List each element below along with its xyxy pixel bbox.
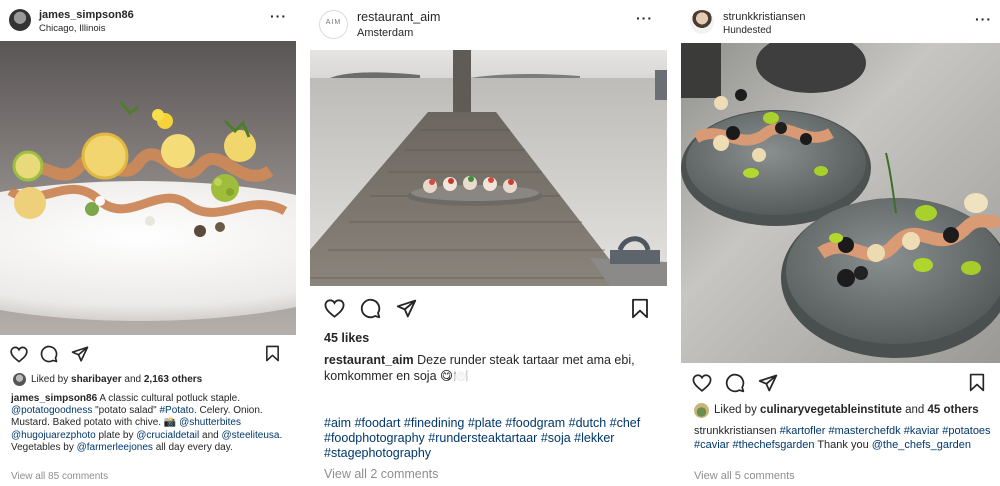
food-image <box>681 43 1000 363</box>
view-comments-link[interactable]: View all 2 comments <box>324 467 438 481</box>
username[interactable]: restaurant_aim <box>357 10 440 24</box>
user-avatar[interactable] <box>9 9 31 31</box>
caption-text: and <box>202 429 219 441</box>
location[interactable]: Hundested <box>723 25 771 36</box>
more-options-icon[interactable]: ··· <box>636 10 653 26</box>
food-image <box>0 41 296 335</box>
liked-by-line[interactable]: Liked by sharibayer and 2,163 others <box>31 374 202 385</box>
bookmark-icon[interactable] <box>969 373 985 392</box>
caption-mention[interactable]: @crucialdetail <box>136 430 199 441</box>
liked-by-prefix: Liked by <box>714 404 757 416</box>
likes-count[interactable]: 45 likes <box>324 331 369 345</box>
heart-icon[interactable] <box>10 346 28 363</box>
post-card-1: james_simpson86 Chicago, Illinois ··· Li… <box>0 0 296 486</box>
caption-hashtag[interactable]: #Potato <box>159 405 193 416</box>
comment-icon[interactable] <box>40 345 58 363</box>
caption-text: plate by <box>98 429 134 441</box>
caption-mention[interactable]: @the_chefs_garden <box>872 439 971 451</box>
username[interactable]: james_simpson86 <box>39 9 134 21</box>
liked-by-prefix: Liked by <box>31 374 69 385</box>
caption-text: "potato salad" <box>95 405 157 417</box>
post-header: james_simpson86 Chicago, Illinois ··· <box>0 0 296 40</box>
location[interactable]: Chicago, Illinois <box>39 23 106 34</box>
caption-mention[interactable]: @steeliteusa <box>221 430 279 441</box>
username[interactable]: strunkkristiansen <box>723 11 806 23</box>
post-caption: strunkkristiansen #kartofler #masterchef… <box>694 424 994 452</box>
liked-by-line[interactable]: Liked by culinaryvegetableinstitute and … <box>714 404 979 416</box>
post-photo[interactable] <box>0 41 296 335</box>
caption-text: Thank you <box>817 439 869 451</box>
food-image <box>310 50 667 286</box>
caption-username[interactable]: james_simpson86 <box>11 393 97 404</box>
avatar-logo-text: AIM <box>325 19 342 26</box>
post-caption: restaurant_aim Deze runder steak tartaar… <box>324 352 664 384</box>
caption-mention[interactable]: @hugojuarezphoto <box>11 430 96 441</box>
liked-by-avatar[interactable] <box>13 373 26 386</box>
liked-by-and: and <box>905 404 925 416</box>
liked-by-others[interactable]: 2,163 others <box>144 374 202 385</box>
caption-text: all day every day. <box>155 441 233 453</box>
more-options-icon[interactable]: ··· <box>270 8 287 24</box>
caption-mention[interactable]: @shutterbites <box>179 417 241 428</box>
share-icon[interactable] <box>71 345 89 363</box>
location[interactable]: Amsterdam <box>357 27 413 39</box>
caption-text: A classic cultural potluck staple. <box>99 393 241 404</box>
liked-by-user[interactable]: sharibayer <box>71 374 122 385</box>
liked-by-and: and <box>124 374 142 385</box>
comment-icon[interactable] <box>725 373 745 393</box>
caption-mention[interactable]: @potatogoodness <box>11 405 92 416</box>
share-icon[interactable] <box>758 373 778 393</box>
bookmark-icon[interactable] <box>265 345 280 362</box>
caption-username[interactable]: restaurant_aim <box>324 353 414 367</box>
user-avatar[interactable] <box>690 10 714 34</box>
post-card-2: AIM restaurant_aim Amsterdam ··· 45 like… <box>310 0 668 486</box>
comment-icon[interactable] <box>360 298 381 319</box>
post-photo[interactable] <box>681 43 1000 363</box>
post-photo[interactable] <box>310 50 667 286</box>
liked-by-user[interactable]: culinaryvegetableinstitute <box>760 404 902 416</box>
liked-by-avatar[interactable] <box>694 403 709 418</box>
caption-mention[interactable]: @farmerleejones <box>77 442 153 453</box>
heart-icon[interactable] <box>324 299 345 318</box>
heart-icon[interactable] <box>692 374 712 392</box>
user-avatar[interactable]: AIM <box>319 10 348 39</box>
bookmark-icon[interactable] <box>631 298 649 319</box>
liked-by-others[interactable]: 45 others <box>928 404 979 416</box>
caption-username[interactable]: strunkkristiansen <box>694 425 777 437</box>
view-comments-link[interactable]: View all 5 comments <box>694 470 795 482</box>
post-caption: james_simpson86 A classic cultural potlu… <box>11 393 286 454</box>
share-icon[interactable] <box>396 298 417 319</box>
more-options-icon[interactable]: ··· <box>975 11 992 27</box>
caption-hashtags[interactable]: #aim #foodart #finedining #plate #foodgr… <box>324 416 659 461</box>
view-comments-link[interactable]: View all 85 comments <box>11 471 108 482</box>
post-card-3: strunkkristiansen Hundested ··· Liked by… <box>680 0 1000 486</box>
